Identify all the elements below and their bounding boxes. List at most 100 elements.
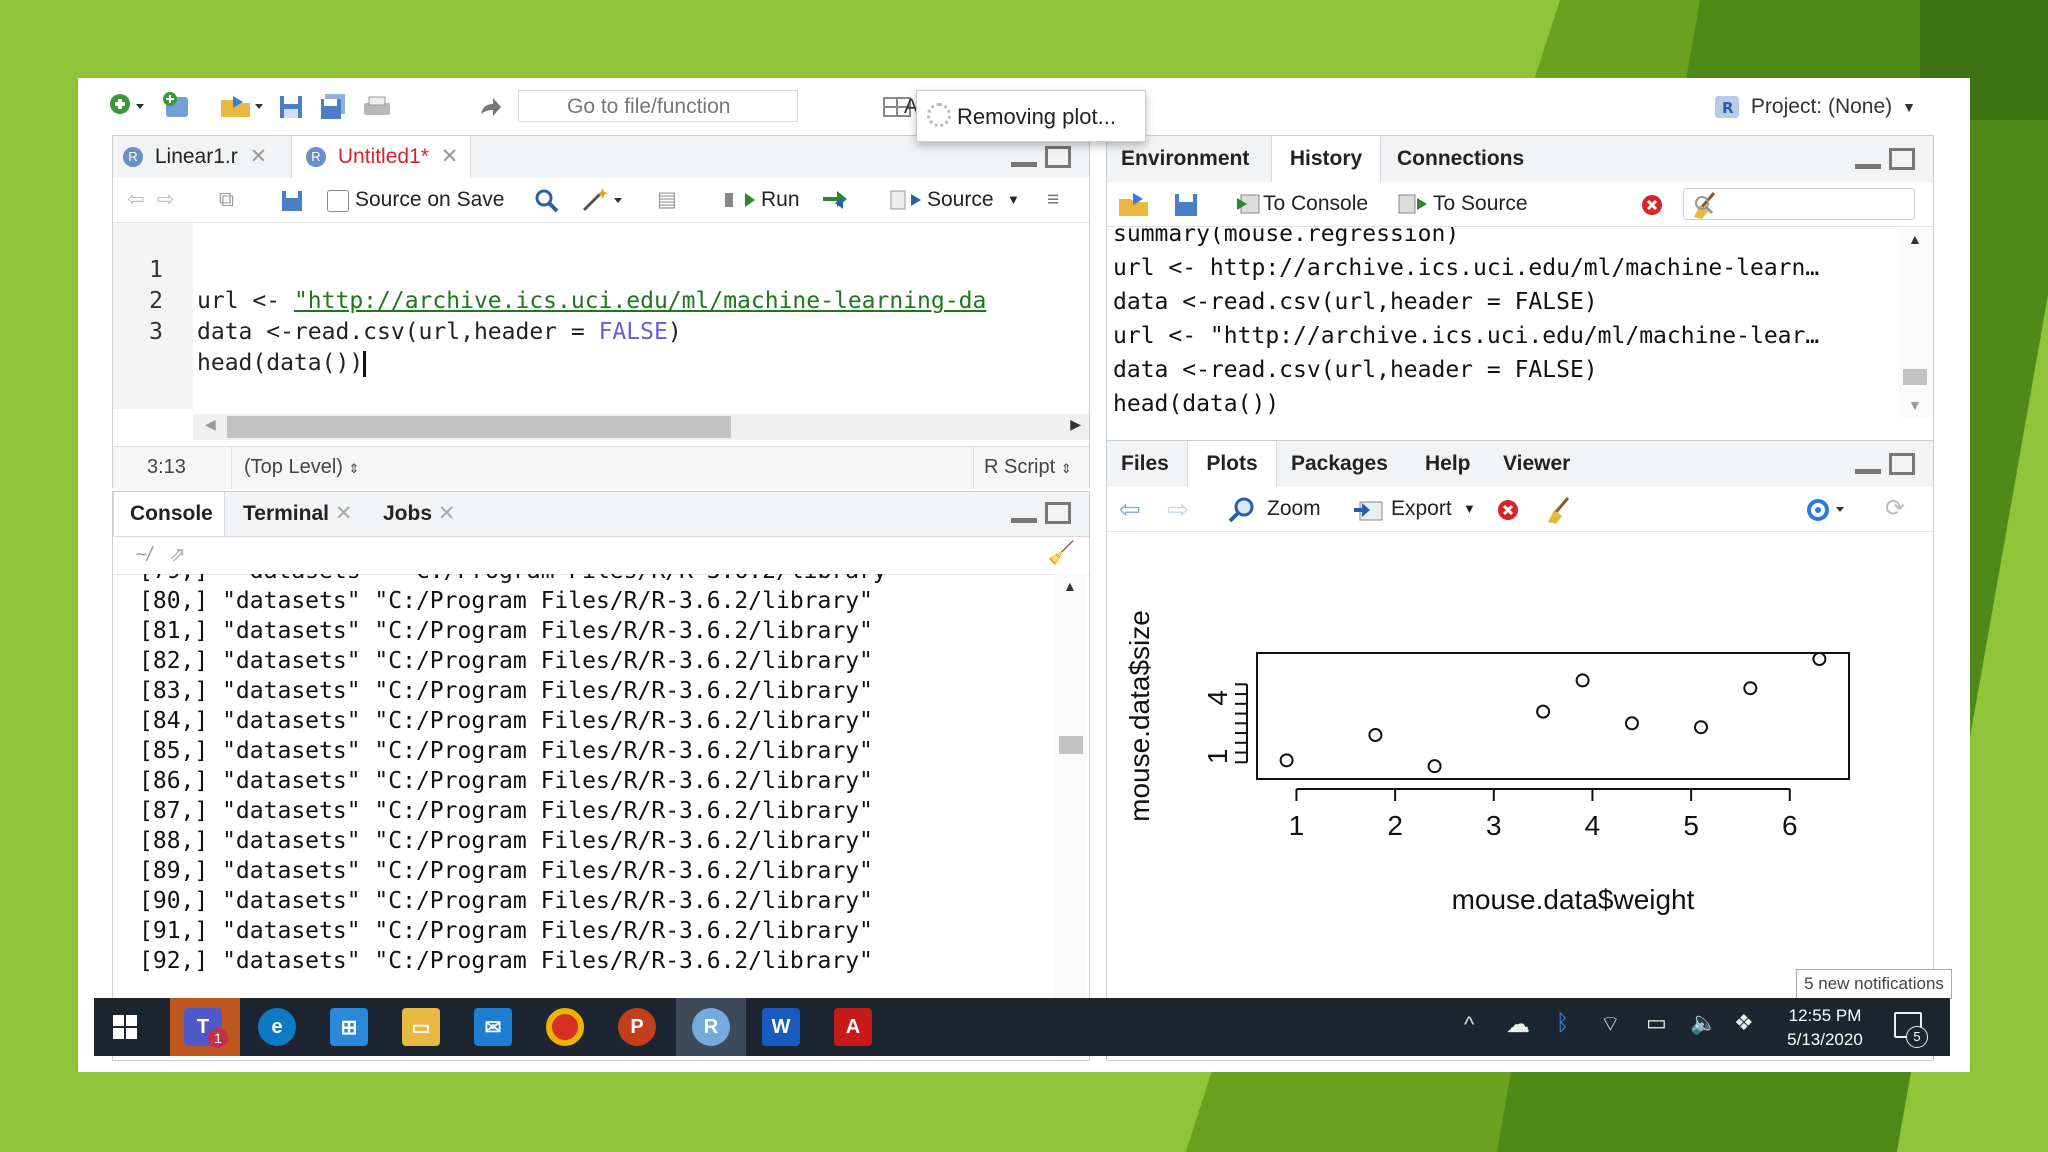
tab-untitled1[interactable]: R Untitled1* ✕ [291,136,471,178]
scroll-up-icon[interactable]: ▲ [1908,231,1922,247]
scroll-up-icon[interactable]: ▲ [1063,578,1077,594]
dropbox-icon[interactable]: ❖ [1734,1010,1754,1036]
to-console-icon[interactable] [1227,192,1261,216]
scope-selector[interactable]: (Top Level) ⇕ [231,447,359,489]
tab-environment[interactable]: Environment [1121,136,1261,182]
refresh-icon[interactable]: ⟳ [1885,487,1905,531]
scrollbar-thumb[interactable] [1903,369,1927,385]
scroll-left-icon[interactable]: ◀ [205,416,216,433]
tab-plots[interactable]: Plots [1187,441,1277,487]
word-icon[interactable]: W [762,1008,800,1046]
onedrive-cloud-icon[interactable]: ☁ [1506,1010,1530,1039]
load-history-icon[interactable] [1117,190,1157,218]
print-icon[interactable] [360,92,394,122]
scroll-right-icon[interactable]: ▶ [1070,416,1081,433]
clear-console-broom-icon[interactable]: 🧹 [1048,540,1075,566]
search-icon[interactable] [533,187,561,215]
save-icon[interactable] [276,92,306,122]
maximize-pane-icon[interactable] [1045,502,1071,524]
tab-console[interactable]: Console [113,492,225,536]
working-directory[interactable]: ~/ [135,544,152,567]
back-arrow-icon[interactable]: ⇦ [127,178,145,222]
code-string-url[interactable]: "http://archive.ics.uci.edu/ml/machine-l… [294,288,986,314]
rstudio-icon[interactable]: R [692,1008,730,1046]
file-explorer-icon[interactable]: ▭ [402,1008,440,1046]
maximize-pane-icon[interactable] [1045,146,1071,168]
close-icon[interactable]: ✕ [438,502,456,525]
zoom-icon[interactable] [1227,495,1257,525]
forward-arrow-icon[interactable]: ⇨ [157,178,175,222]
windows-start-icon[interactable] [112,1014,138,1040]
maximize-pane-icon[interactable] [1889,453,1915,475]
history-entry[interactable]: data <-read.csv(url,header = FALSE) [1113,289,1598,315]
powerpoint-icon[interactable]: P [618,1008,656,1046]
export-icon[interactable] [1351,497,1385,523]
tab-packages[interactable]: Packages [1291,441,1407,487]
history-entry[interactable]: url <- http://archive.ics.uci.edu/ml/mac… [1113,255,1819,281]
clock[interactable]: 12:55 PM 5/13/2020 [1770,1004,1880,1052]
scrollbar-thumb[interactable] [1059,736,1083,754]
show-in-window-icon[interactable]: ⧉ [219,178,234,222]
chrome-icon[interactable] [546,1008,584,1046]
new-file-icon[interactable] [106,90,150,122]
clear-plots-broom-icon[interactable] [1543,495,1573,525]
to-source-button[interactable]: To Source [1433,182,1528,226]
mail-icon[interactable]: ✉ [474,1008,512,1046]
volume-icon[interactable]: 🔈 [1690,1010,1717,1036]
document-outline-icon[interactable]: ≡ [1047,178,1059,222]
scroll-down-icon[interactable]: ▼ [1908,397,1922,413]
acrobat-icon[interactable]: A [834,1008,872,1046]
run-arrow-icon[interactable] [723,188,757,212]
horizontal-scrollbar[interactable]: ◀ ▶ [193,414,1089,440]
goto-directory-icon[interactable]: ⇗ [169,542,186,567]
notification-toast-label[interactable]: 5 new notifications [1796,969,1952,999]
zoom-button[interactable]: Zoom [1267,487,1321,531]
project-menu[interactable]: R Project: (None) ▼ [1713,94,1916,120]
to-console-button[interactable]: To Console [1263,182,1368,226]
tab-connections[interactable]: Connections [1397,136,1537,182]
tab-terminal[interactable]: Terminal ✕ [243,492,363,536]
file-type-selector[interactable]: R Script ⇕ [973,447,1072,489]
scrollbar-thumb[interactable] [227,416,731,438]
rerun-icon[interactable] [821,188,857,212]
history-entry[interactable]: url <- "http://archive.ics.uci.edu/ml/ma… [1113,323,1819,349]
store-icon[interactable]: ⊞ [330,1008,368,1046]
vertical-scrollbar[interactable]: ▲ ▼ [1053,574,1087,1060]
maximize-pane-icon[interactable] [1889,148,1915,170]
edge-browser-icon[interactable]: e [258,1008,296,1046]
run-button[interactable]: Run [761,178,800,222]
minimize-pane-icon[interactable] [1011,506,1037,528]
tab-history[interactable]: History [1271,136,1381,182]
history-entry[interactable]: head(data()) [1113,391,1279,417]
open-file-icon[interactable] [218,90,266,122]
code-editor[interactable]: 1 url <- "http://archive.ics.uci.edu/ml/… [113,224,1091,408]
code-tools-wand-icon[interactable] [579,186,627,214]
previous-plot-icon[interactable]: ⇦ [1119,487,1141,531]
console-output[interactable]: [79,] "datasets" "C:/Program Files/R/R-3… [113,574,1053,1060]
show-hidden-icons-chevron-icon[interactable]: ^ [1464,1012,1474,1038]
minimize-pane-icon[interactable] [1855,152,1881,174]
close-icon[interactable]: ✕ [441,145,459,168]
tab-files[interactable]: Files [1121,441,1191,487]
compile-report-icon[interactable]: ▤ [657,178,677,222]
tab-jobs[interactable]: Jobs ✕ [383,492,473,536]
bluetooth-icon[interactable]: ᛒ [1556,1010,1569,1036]
vertical-scrollbar[interactable]: ▲ ▼ [1899,227,1931,417]
source-file-icon[interactable] [889,188,923,212]
minimize-pane-icon[interactable] [1855,457,1881,479]
battery-icon[interactable]: ▭ [1646,1010,1667,1036]
history-entry[interactable]: data <-read.csv(url,header = FALSE) [1113,357,1598,383]
history-entry[interactable]: summary(mouse.regression) [1113,227,1459,247]
publish-icon[interactable] [1803,497,1853,523]
save-icon[interactable] [281,190,303,212]
wifi-icon[interactable]: ⌔ [1600,1010,1621,1038]
close-icon[interactable]: ✕ [335,502,353,525]
new-project-icon[interactable] [158,90,202,122]
save-all-icon[interactable] [318,92,348,122]
goto-file-function-input[interactable]: Go to file/function [518,90,798,122]
tab-viewer[interactable]: Viewer [1503,441,1593,487]
tab-help[interactable]: Help [1425,441,1485,487]
save-history-icon[interactable] [1173,192,1199,218]
chevron-down-icon[interactable]: ▼ [1007,178,1020,222]
export-button[interactable]: Export [1391,487,1452,531]
